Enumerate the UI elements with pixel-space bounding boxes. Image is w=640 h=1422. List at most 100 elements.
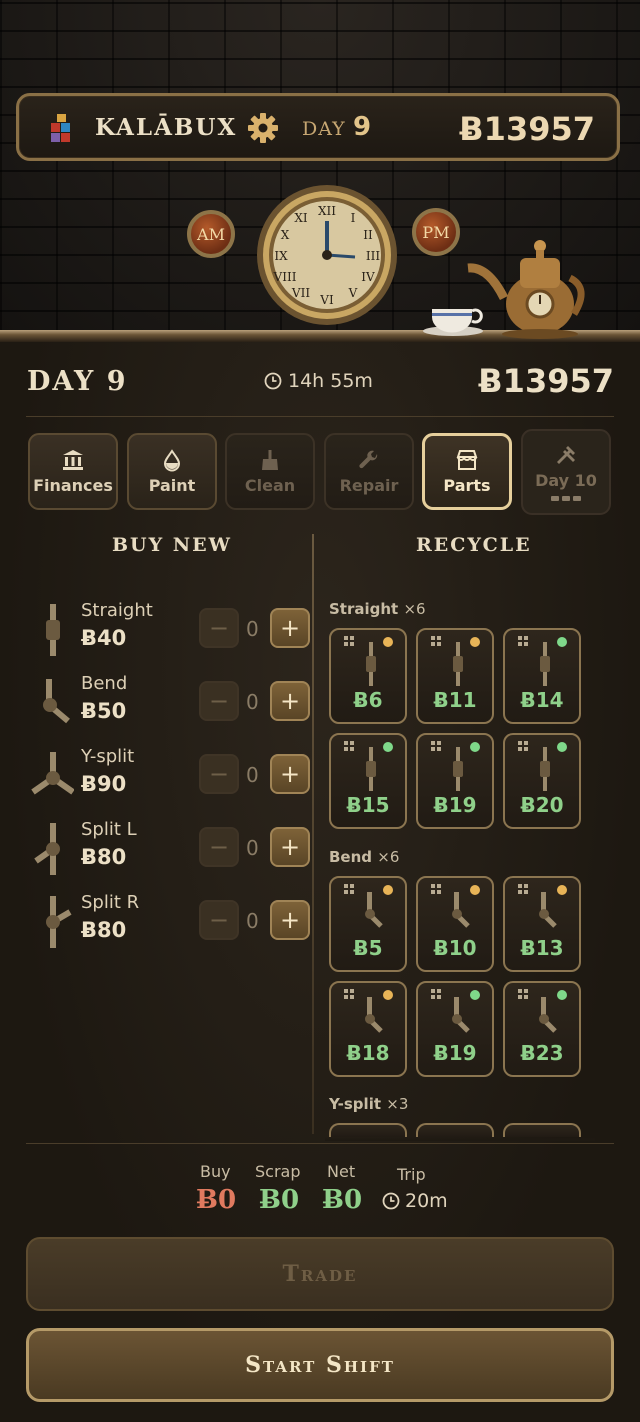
grid-dots-icon [518, 636, 528, 646]
tab-label: Repair [339, 476, 399, 495]
grid-dots-icon [344, 636, 354, 646]
item-price: Ƀ80 [81, 918, 127, 942]
recycle-card[interactable]: Ƀ20 [503, 733, 581, 829]
trip-value: 20m [405, 1190, 448, 1212]
decrease-button[interactable]: − [199, 827, 239, 867]
condition-dot [470, 742, 480, 752]
tab-paint[interactable]: Paint [127, 433, 217, 510]
brass-clock: XII III IIIIVV VIVIIVIII IXXXI [257, 185, 397, 325]
recycle-value: Ƀ5 [353, 936, 383, 960]
recycle-card-partial[interactable] [503, 1123, 581, 1137]
bend-pipe-icon [43, 679, 70, 724]
tab-repair[interactable]: Repair [324, 433, 414, 510]
timer-text: 14h 55m [288, 370, 373, 392]
pm-button[interactable]: PM [412, 208, 460, 256]
pipe-part-icon [540, 747, 550, 791]
recycle-title: RECYCLE [416, 534, 532, 556]
item-name: Straight [81, 600, 153, 621]
net-total-label: Net [327, 1162, 356, 1181]
am-button[interactable]: AM [187, 210, 235, 258]
start-shift-button[interactable]: Start Shift [26, 1328, 614, 1402]
recycle-value: Ƀ10 [433, 936, 477, 960]
grid-dots-icon [518, 884, 528, 894]
tab-parts[interactable]: Parts [422, 433, 512, 510]
group-count: ×3 [386, 1095, 409, 1113]
recycle-value: Ƀ18 [346, 1041, 390, 1065]
settings-gear-icon[interactable] [247, 112, 279, 144]
increase-button[interactable]: + [270, 608, 310, 648]
tab-next-day[interactable]: Day 10 [521, 429, 611, 515]
recycle-card[interactable]: Ƀ15 [329, 733, 407, 829]
tab-finances[interactable]: Finances [28, 433, 118, 510]
increase-button[interactable]: + [270, 900, 310, 940]
increase-button[interactable]: + [270, 681, 310, 721]
recycle-card[interactable]: Ƀ10 [416, 876, 494, 972]
recycle-value: Ƀ19 [433, 793, 477, 817]
pipe-part-icon [366, 747, 376, 791]
paint-drop-icon [163, 449, 181, 472]
trade-button[interactable]: Trade [26, 1237, 614, 1311]
group-name: Y-split [329, 1095, 382, 1113]
brand-name: KALĀBUX [95, 114, 238, 141]
tab-label: Finances [33, 476, 113, 495]
cash-total: Ƀ13957 [478, 362, 614, 400]
grid-dots-icon [518, 989, 528, 999]
buy-item-y-split: Y-split Ƀ90 − 0 + [0, 746, 312, 806]
recycle-card[interactable]: Ƀ14 [503, 628, 581, 724]
recycle-card[interactable]: Ƀ5 [329, 876, 407, 972]
decrease-button[interactable]: − [199, 681, 239, 721]
brass-teapot [467, 240, 585, 339]
recycle-card[interactable]: Ƀ13 [503, 876, 581, 972]
recycle-group-y-split: Y-split ×3 [329, 1095, 408, 1113]
grid-dots-icon [344, 741, 354, 751]
scroll-fade [325, 1137, 595, 1141]
svg-text:I: I [351, 211, 356, 225]
item-name: Bend [81, 673, 128, 694]
recycle-card[interactable]: Ƀ18 [329, 981, 407, 1077]
condition-dot [383, 885, 393, 895]
kalabux-logo-icon [51, 114, 70, 142]
grid-dots-icon [344, 884, 354, 894]
tab-label: Day 10 [535, 471, 597, 490]
recycle-card-partial[interactable] [329, 1123, 407, 1137]
grid-dots-icon [431, 989, 441, 999]
condition-dot [470, 885, 480, 895]
tab-label: Parts [443, 476, 491, 495]
item-name: Split L [81, 819, 137, 840]
svg-text:V: V [348, 286, 358, 300]
recycle-group-straight: Straight ×6 [329, 600, 426, 618]
split-l-pipe-icon [34, 823, 60, 875]
trip-label: Trip [397, 1165, 426, 1184]
svg-text:VII: VII [291, 286, 310, 300]
svg-text:III: III [366, 249, 380, 263]
grid-dots-icon [431, 741, 441, 751]
recycle-card[interactable]: Ƀ11 [416, 628, 494, 724]
increase-button[interactable]: + [270, 827, 310, 867]
group-name: Straight [329, 600, 399, 618]
decrease-button[interactable]: − [199, 754, 239, 794]
clock-icon [382, 1192, 400, 1210]
grid-dots-icon [431, 636, 441, 646]
recycle-value: Ƀ23 [520, 1041, 564, 1065]
recycle-value: Ƀ14 [520, 688, 564, 712]
buy-item-split-r: Split R Ƀ80 − 0 + [0, 892, 312, 952]
decrease-button[interactable]: − [199, 900, 239, 940]
tab-clean[interactable]: Clean [225, 433, 315, 510]
time-remaining: 14h 55m [264, 370, 373, 392]
increase-button[interactable]: + [270, 754, 310, 794]
recycle-card[interactable]: Ƀ6 [329, 628, 407, 724]
condition-dot [470, 637, 480, 647]
top-status-bar: KALĀBUX DAY 9 Ƀ13957 [16, 93, 620, 161]
condition-dot [557, 742, 567, 752]
condition-dot [383, 742, 393, 752]
recycle-card[interactable]: Ƀ19 [416, 981, 494, 1077]
svg-text:XII: XII [318, 204, 336, 218]
broom-icon [262, 450, 278, 470]
item-price: Ƀ80 [81, 845, 127, 869]
recycle-card[interactable]: Ƀ23 [503, 981, 581, 1077]
recycle-card[interactable]: Ƀ19 [416, 733, 494, 829]
recycle-card-partial[interactable] [416, 1123, 494, 1137]
locked-dots [551, 496, 581, 501]
decrease-button[interactable]: − [199, 608, 239, 648]
split-r-pipe-icon [46, 896, 72, 948]
